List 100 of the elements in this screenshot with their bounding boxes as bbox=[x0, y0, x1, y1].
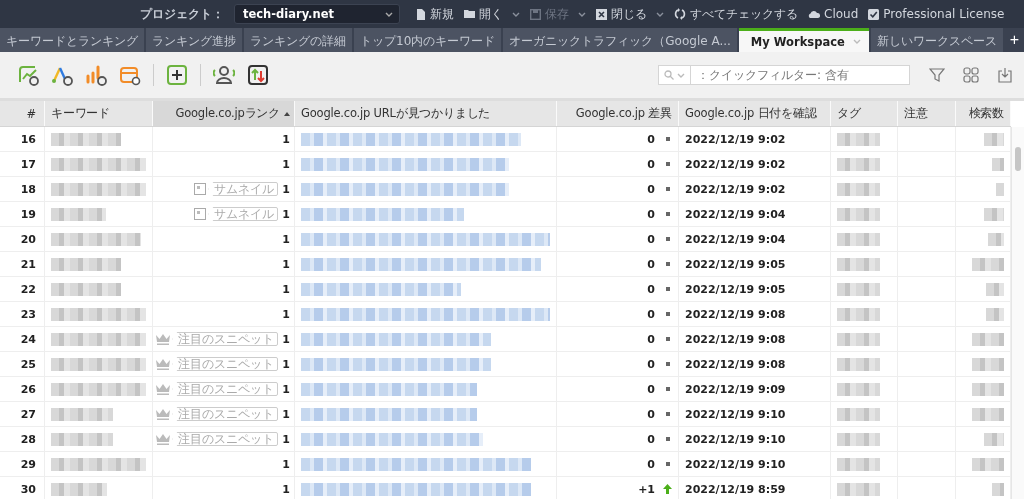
menu-button[interactable]: 新規 bbox=[416, 5, 454, 23]
redacted-text bbox=[837, 482, 880, 496]
row-number: 22 bbox=[0, 277, 45, 301]
row-number: 28 bbox=[0, 427, 45, 451]
redacted-text bbox=[972, 357, 1004, 371]
add-icon[interactable] bbox=[166, 64, 188, 86]
date-cell: 2022/12/19 9:09 bbox=[679, 377, 831, 401]
crown-icon bbox=[156, 358, 171, 370]
difference-value: 0 bbox=[647, 257, 655, 271]
difference-value: 0 bbox=[647, 332, 655, 346]
redacted-text bbox=[51, 282, 121, 296]
row-number: 18 bbox=[0, 177, 45, 201]
redacted-text bbox=[988, 232, 1004, 246]
date-cell: 2022/12/19 9:08 bbox=[679, 302, 831, 326]
rank-value: 1 bbox=[282, 432, 290, 446]
tab[interactable]: トップ10内のキーワード bbox=[354, 28, 502, 52]
redacted-text bbox=[837, 407, 880, 421]
redacted-text bbox=[972, 457, 1004, 471]
redacted-text bbox=[837, 432, 880, 446]
difference-value: 0 bbox=[647, 157, 655, 171]
tab[interactable]: ランキング進捗 bbox=[146, 28, 242, 52]
column-header[interactable]: Google.co.jpランク bbox=[153, 101, 295, 126]
column-header[interactable]: Google.co.jp URLが見つかりました bbox=[295, 101, 557, 126]
calendar-icon[interactable] bbox=[119, 64, 141, 86]
column-header[interactable]: タグ bbox=[831, 101, 898, 126]
tab[interactable]: 新しいワークスペース bbox=[870, 28, 1003, 52]
redacted-text bbox=[984, 207, 1004, 221]
crown-icon bbox=[156, 408, 171, 420]
cloud-icon bbox=[808, 9, 820, 19]
date-cell: 2022/12/19 9:05 bbox=[679, 252, 831, 276]
tab[interactable]: My Workspace bbox=[738, 28, 869, 52]
difference-value: 0 bbox=[647, 407, 655, 421]
grid-icon[interactable] bbox=[963, 67, 979, 83]
menu-button[interactable]: Professional License bbox=[868, 7, 1005, 21]
people-icon[interactable] bbox=[213, 64, 235, 86]
redacted-text bbox=[51, 132, 121, 146]
menu-button[interactable]: Cloud bbox=[808, 7, 859, 21]
rank-value: 1 bbox=[282, 407, 290, 421]
add-tab-button[interactable]: + bbox=[1004, 28, 1024, 52]
difference-value: 0 bbox=[647, 357, 655, 371]
column-header[interactable]: 検索数 bbox=[956, 101, 1011, 126]
menu-button[interactable]: 閉じる bbox=[596, 5, 664, 23]
redacted-text bbox=[837, 457, 880, 471]
menu-button[interactable]: すべてチェックする bbox=[674, 5, 798, 23]
date-cell: 2022/12/19 9:10 bbox=[679, 402, 831, 426]
row-number: 30 bbox=[0, 477, 45, 499]
redacted-text bbox=[984, 432, 1004, 446]
sort-arrows-icon[interactable] bbox=[247, 64, 269, 86]
scroll-thumb[interactable] bbox=[1015, 147, 1021, 171]
column-header[interactable]: 注意 bbox=[898, 101, 956, 126]
row-number: 17 bbox=[0, 152, 45, 176]
row-number: 19 bbox=[0, 202, 45, 226]
difference-value: 0 bbox=[647, 307, 655, 321]
export-icon[interactable] bbox=[997, 67, 1013, 83]
redacted-text bbox=[972, 257, 1004, 271]
close-icon bbox=[596, 8, 607, 20]
redacted-text bbox=[986, 307, 1004, 321]
date-cell: 2022/12/19 8:59 bbox=[679, 477, 831, 499]
caret-icon bbox=[385, 10, 393, 18]
redacted-text bbox=[972, 332, 1004, 346]
filter-icon[interactable] bbox=[929, 67, 945, 83]
rank-value: 1 bbox=[282, 282, 290, 296]
date-cell: 2022/12/19 9:10 bbox=[679, 452, 831, 476]
scrollbar[interactable] bbox=[1011, 127, 1024, 499]
redacted-text bbox=[992, 157, 1004, 171]
quick-filter-field[interactable]: ：クイックフィルター: 含有 bbox=[691, 65, 910, 85]
project-label: プロジェクト： bbox=[140, 5, 224, 23]
redacted-text bbox=[837, 307, 880, 321]
tab[interactable]: キーワードとランキング bbox=[0, 28, 144, 52]
row-number: 21 bbox=[0, 252, 45, 276]
rank-value: 1 bbox=[282, 207, 290, 221]
date-cell: 2022/12/19 9:10 bbox=[679, 427, 831, 451]
menu-button[interactable]: 開く bbox=[464, 5, 520, 23]
rank-value: 1 bbox=[282, 482, 290, 496]
date-cell: 2022/12/19 9:04 bbox=[679, 202, 831, 226]
rank-value: 1 bbox=[282, 232, 290, 246]
redacted-text bbox=[996, 182, 1004, 196]
crown-icon bbox=[156, 383, 171, 395]
row-number: 23 bbox=[0, 302, 45, 326]
redacted-text bbox=[992, 482, 1004, 496]
tab[interactable]: オーガニックトラフィック（Google A... bbox=[503, 28, 737, 52]
date-cell: 2022/12/19 9:02 bbox=[679, 152, 831, 176]
date-cell: 2022/12/19 9:02 bbox=[679, 127, 831, 151]
rank-value: 1 bbox=[282, 307, 290, 321]
project-dropdown[interactable]: tech-diary.net bbox=[234, 4, 400, 24]
difference-value: 0 bbox=[647, 432, 655, 446]
search-icon bbox=[664, 70, 674, 80]
difference-value: 0 bbox=[647, 382, 655, 396]
difference-value: 0 bbox=[647, 132, 655, 146]
row-number: 16 bbox=[0, 127, 45, 151]
column-header[interactable]: Google.co.jp 差異 bbox=[557, 101, 679, 126]
redacted-text bbox=[837, 332, 880, 346]
date-cell: 2022/12/19 9:08 bbox=[679, 327, 831, 351]
up-arrow-icon bbox=[663, 484, 672, 494]
column-header[interactable]: # bbox=[0, 101, 45, 126]
image-icon bbox=[194, 183, 207, 195]
difference-value: +1 bbox=[638, 482, 655, 496]
tab[interactable]: ランキングの詳細 bbox=[244, 28, 352, 52]
redacted-text bbox=[986, 282, 1004, 296]
column-header[interactable]: Google.co.jp 日付を確認 bbox=[679, 101, 831, 126]
